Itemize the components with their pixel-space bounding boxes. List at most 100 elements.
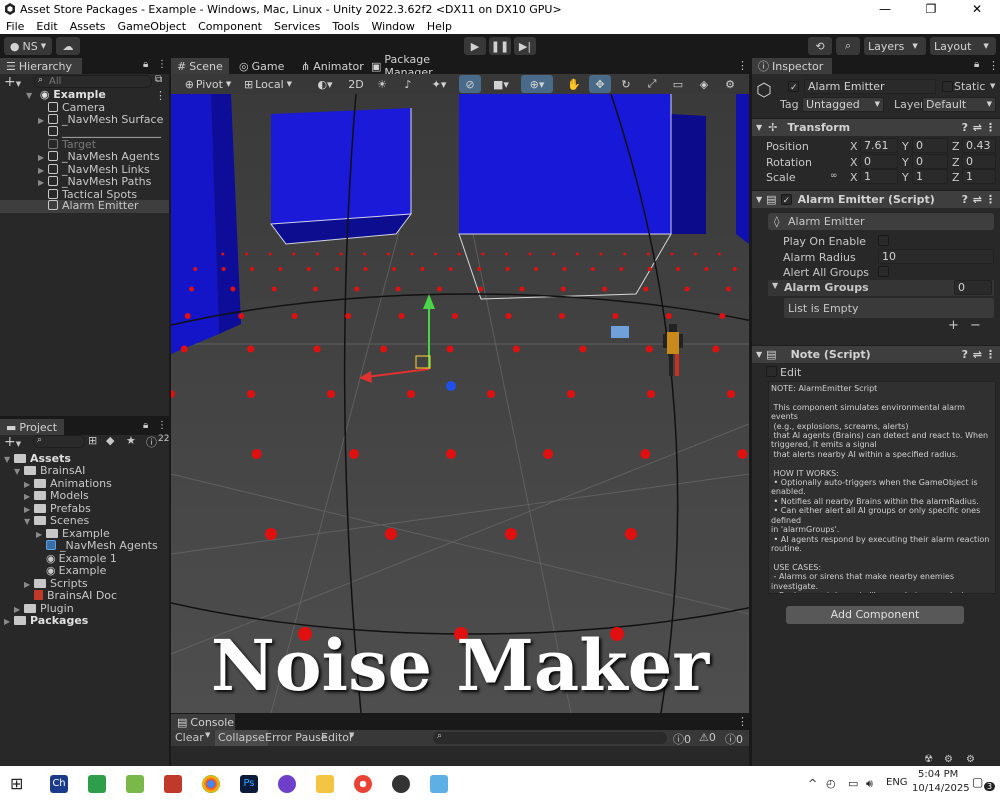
collapse-toggle[interactable]: Collapse bbox=[215, 730, 268, 746]
layout-dropdown[interactable]: Layout ▼ bbox=[930, 37, 996, 55]
scale-z-field[interactable]: 1 bbox=[962, 169, 996, 184]
tab-scene[interactable]: # Scene bbox=[171, 58, 229, 74]
step-button[interactable]: ▶| bbox=[514, 37, 536, 55]
more-menu-icon[interactable]: ⋮ bbox=[985, 348, 996, 361]
info-count[interactable]: ⓘ0 bbox=[673, 731, 691, 747]
language-indicator[interactable]: ENG bbox=[886, 777, 908, 788]
2d-toggle[interactable]: 2D bbox=[345, 75, 367, 93]
app-android-icon[interactable] bbox=[126, 775, 144, 793]
hierarchy-item[interactable]: ▶ _NavMesh Agents bbox=[38, 151, 160, 163]
app-green-icon[interactable] bbox=[88, 775, 106, 793]
help-icon[interactable]: ? bbox=[962, 121, 968, 134]
expand-arrow-icon[interactable]: ▶ bbox=[38, 152, 48, 164]
tab-animator[interactable]: ⋔ Animator bbox=[295, 58, 364, 74]
expand-arrow-icon[interactable]: ▼ bbox=[14, 466, 24, 478]
console-search-input[interactable] bbox=[433, 732, 667, 744]
tray-app-icon[interactable]: ◴ bbox=[826, 777, 836, 790]
more-menu-icon[interactable]: ⋮ bbox=[985, 121, 996, 134]
expand-arrow-icon[interactable]: ▶ bbox=[38, 177, 48, 189]
taskbar-date[interactable]: 10/14/2025 bbox=[912, 783, 970, 794]
rotation-y-field[interactable]: 0 bbox=[912, 154, 948, 169]
star-icon[interactable]: ★ bbox=[126, 434, 136, 447]
close-button[interactable]: ✕ bbox=[954, 0, 1000, 18]
visibility-toggle[interactable]: ⊘ bbox=[459, 75, 481, 93]
project-item[interactable]: BrainsAI Doc bbox=[34, 590, 117, 602]
app-voicemeeter-icon[interactable] bbox=[164, 775, 182, 793]
add-element-button[interactable]: + bbox=[948, 318, 959, 333]
tab-project[interactable]: ▬ Project bbox=[0, 419, 64, 435]
expand-arrow-icon[interactable]: ▶ bbox=[24, 491, 34, 503]
account-dropdown[interactable]: ● NS ▼ bbox=[4, 37, 52, 55]
play-on-enable-checkbox[interactable] bbox=[878, 235, 889, 246]
photoshop-icon[interactable]: Ps bbox=[240, 775, 258, 793]
alarm-groups-header[interactable]: ▼ Alarm Groups 0 bbox=[768, 280, 994, 296]
network-icon[interactable]: ▭ bbox=[848, 777, 858, 790]
filter-icon[interactable]: ⧉ bbox=[155, 74, 162, 85]
move-tool-button[interactable]: ✥ bbox=[589, 75, 611, 93]
lock-icon[interactable]: 🔒︎ bbox=[143, 420, 148, 431]
taskbar-time[interactable]: 5:04 PM bbox=[918, 769, 958, 780]
menu-edit[interactable]: Edit bbox=[30, 20, 63, 33]
rotate-tool-button[interactable]: ↻ bbox=[615, 75, 637, 93]
expand-arrow-icon[interactable]: ▶ bbox=[36, 529, 46, 541]
lock-icon[interactable]: 🔒︎ bbox=[974, 59, 979, 70]
project-item[interactable]: _NavMesh Agents bbox=[46, 540, 158, 552]
history-button[interactable]: ⟲ bbox=[808, 37, 832, 55]
help-icon[interactable]: ? bbox=[962, 348, 968, 361]
project-item[interactable]: ▶ Packages bbox=[4, 615, 88, 627]
expand-arrow-icon[interactable]: ▶ bbox=[24, 579, 34, 591]
menu-tools[interactable]: Tools bbox=[326, 20, 365, 33]
more-menu-icon[interactable]: ⋮ bbox=[985, 193, 996, 206]
layers-dropdown[interactable]: Layers ▼ bbox=[864, 37, 926, 55]
position-y-field[interactable]: 0 bbox=[912, 138, 948, 153]
more-menu-icon[interactable]: ⋮ bbox=[737, 715, 748, 728]
preset-icon[interactable]: ⇌ bbox=[973, 121, 982, 134]
tab-package-manager[interactable]: ▣ Package Manager bbox=[365, 53, 473, 79]
custom-tool-button[interactable]: ⚙ bbox=[719, 75, 741, 93]
position-z-field[interactable]: 0.43 bbox=[962, 138, 996, 153]
tag-dropdown[interactable]: Untagged ▼ bbox=[802, 97, 884, 112]
chrome-alt-icon[interactable] bbox=[354, 775, 372, 793]
preset-icon[interactable]: ⇌ bbox=[973, 193, 982, 206]
object-name-field[interactable]: Alarm Emitter bbox=[804, 79, 936, 94]
layer-dropdown[interactable]: Default ▼ bbox=[922, 97, 996, 112]
pause-button[interactable]: ❚❚ bbox=[489, 37, 511, 55]
link-icon[interactable]: ∞ bbox=[830, 171, 838, 181]
alert-all-groups-checkbox[interactable] bbox=[878, 266, 889, 277]
expand-arrow-icon[interactable]: ▶ bbox=[4, 616, 14, 628]
rotation-x-field[interactable]: 0 bbox=[860, 154, 898, 169]
maximize-button[interactable]: ❐ bbox=[908, 0, 954, 18]
preset-icon[interactable]: ⇌ bbox=[973, 348, 982, 361]
menu-services[interactable]: Services bbox=[268, 20, 326, 33]
hierarchy-item[interactable]: __________________ bbox=[48, 126, 161, 138]
tray-chevron-icon[interactable]: ^ bbox=[808, 777, 817, 790]
audio-toggle[interactable]: ♪ bbox=[397, 75, 419, 93]
scene-menu-icon[interactable]: ⋮ bbox=[155, 89, 166, 102]
tab-hierarchy[interactable]: ☰ Hierarchy bbox=[0, 58, 82, 74]
tray-settings-icon[interactable]: ⚙ bbox=[966, 754, 975, 765]
alarm-groups-size-field[interactable]: 0 bbox=[954, 280, 992, 295]
project-item[interactable]: ◉ Example bbox=[46, 565, 106, 577]
remove-element-button[interactable]: − bbox=[970, 318, 981, 333]
transform-header[interactable]: ▼ ✢ Transform ? ⇌ ⋮ bbox=[752, 118, 1000, 136]
volume-icon[interactable]: 🔊︎ bbox=[866, 777, 873, 791]
minimize-button[interactable]: — bbox=[862, 0, 908, 18]
rotation-z-field[interactable]: 0 bbox=[962, 154, 996, 169]
hand-tool-button[interactable]: ✋ bbox=[563, 75, 585, 93]
tray-warning-icon[interactable]: ☢ bbox=[924, 754, 933, 765]
more-menu-icon[interactable]: ⋮ bbox=[157, 420, 167, 431]
notifications-icon[interactable]: ▢ bbox=[972, 775, 983, 789]
static-checkbox[interactable] bbox=[942, 81, 953, 92]
alarm-emitter-header[interactable]: ▼ ▤ Alarm Emitter (Script) ? ⇌ ⋮ bbox=[752, 190, 1000, 208]
project-item[interactable]: ▼ BrainsAI bbox=[14, 465, 85, 477]
chrome-icon[interactable] bbox=[202, 775, 220, 793]
shading-mode-button[interactable]: ◐▾ bbox=[309, 75, 341, 93]
scale-y-field[interactable]: 1 bbox=[912, 169, 948, 184]
menu-assets[interactable]: Assets bbox=[64, 20, 112, 33]
paint-icon[interactable] bbox=[430, 775, 448, 793]
menu-file[interactable]: File bbox=[0, 20, 30, 33]
menu-component[interactable]: Component bbox=[192, 20, 268, 33]
cloud-button[interactable]: ☁ bbox=[56, 37, 80, 55]
expand-arrow-icon[interactable]: ▼ bbox=[26, 90, 36, 102]
rect-tool-button[interactable]: ▭ bbox=[667, 75, 689, 93]
